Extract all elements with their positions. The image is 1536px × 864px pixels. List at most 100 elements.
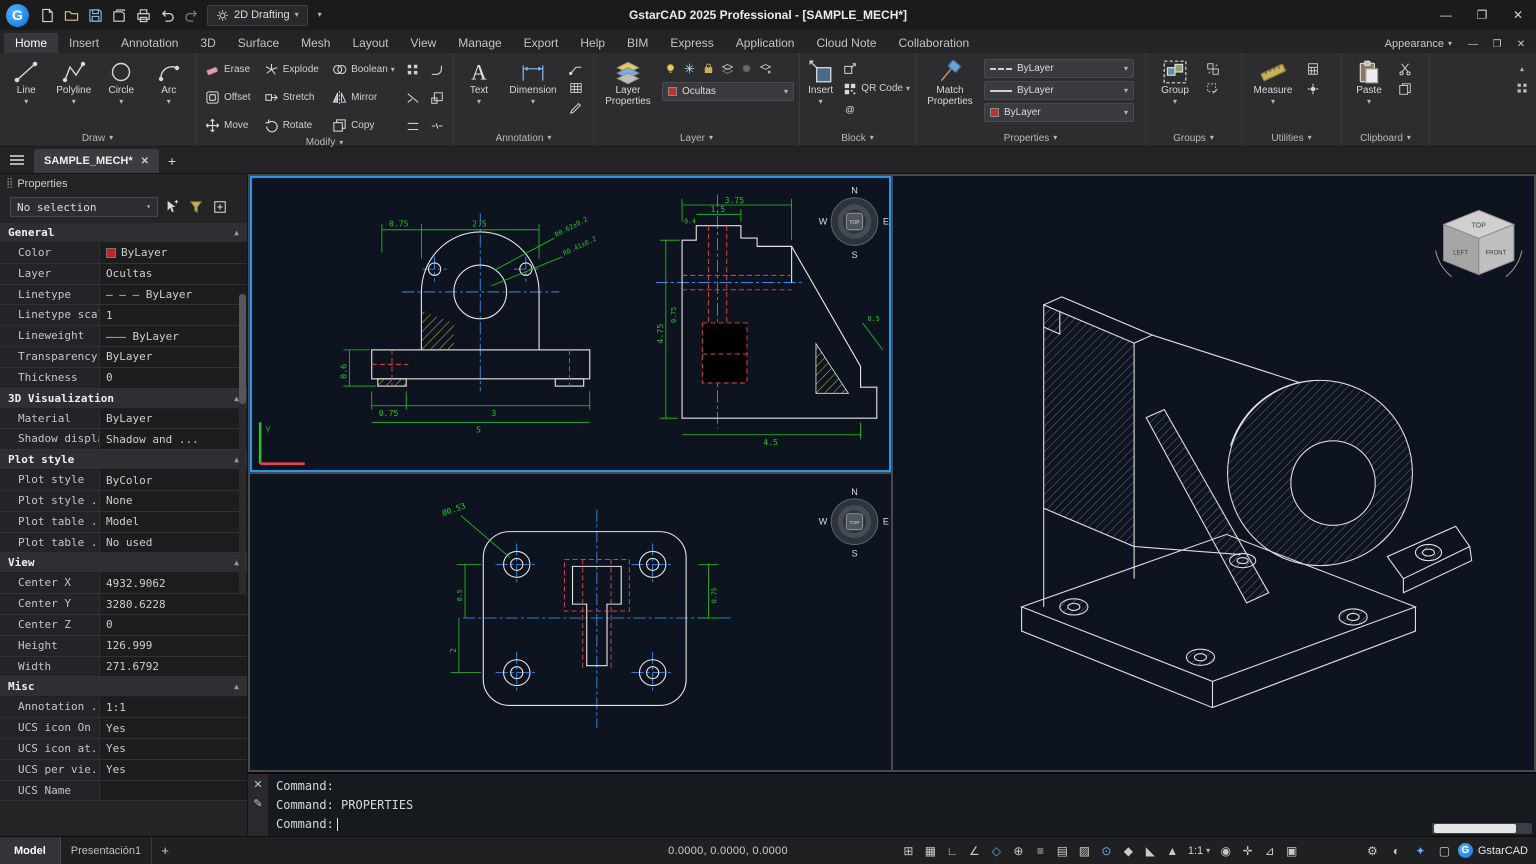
scale-icon[interactable]: [428, 89, 445, 106]
props-row[interactable]: Annotation ...1:1: [0, 697, 247, 718]
props-row[interactable]: UCS Name: [0, 781, 247, 802]
break-icon[interactable]: [428, 117, 445, 134]
tab-application[interactable]: Application: [725, 33, 806, 53]
props-row[interactable]: Center X4932.9062: [0, 573, 247, 594]
mirror-button[interactable]: Mirror: [328, 88, 400, 107]
settings-gear-icon[interactable]: ⚙: [1362, 840, 1383, 862]
tab-collaboration[interactable]: Collaboration: [888, 33, 981, 53]
viewport-top-view[interactable]: Ø0.53 0.5 2 0.75 TOP: [250, 474, 891, 770]
dimension-button[interactable]: Dimension▾: [504, 56, 562, 106]
props-section-header[interactable]: General▲: [0, 223, 247, 243]
props-row[interactable]: LayerOcultas: [0, 264, 247, 285]
ortho-mode-icon[interactable]: ∟: [942, 840, 963, 862]
match-properties-button[interactable]: Match Properties: [921, 56, 979, 108]
selection-cycling-icon[interactable]: ⊙: [1096, 840, 1117, 862]
calculator-icon[interactable]: [1304, 60, 1321, 77]
tab-annotation[interactable]: Annotation: [110, 33, 189, 53]
props-row[interactable]: Lineweight——— ByLayer: [0, 326, 247, 347]
paste-button[interactable]: Paste▾: [1347, 56, 1391, 106]
offset-button[interactable]: Offset: [201, 88, 256, 107]
command-window[interactable]: ✕ ✎ Command:Command: PROPERTIESCommand:: [248, 772, 1536, 836]
viewport-3d[interactable]: TOP LEFT FRONT: [893, 176, 1534, 770]
tab-3d[interactable]: 3D: [189, 33, 226, 53]
layer-properties-button[interactable]: Layer Properties: [599, 56, 657, 108]
properties-scrollbar[interactable]: [239, 294, 246, 594]
dynamic-input-icon[interactable]: ≡: [1030, 840, 1051, 862]
gstarcad-logo-icon[interactable]: G: [6, 4, 29, 27]
ribbon-minimize-icon[interactable]: ▾: [1514, 60, 1531, 77]
navigation-compass[interactable]: TOP N S W E: [819, 487, 889, 558]
edit-command-icon[interactable]: ✎: [253, 799, 262, 810]
isolate-objects-icon[interactable]: ◐: [1386, 840, 1407, 862]
clean-screen-icon[interactable]: ▢: [1434, 840, 1455, 862]
tab-manage[interactable]: Manage: [447, 33, 512, 53]
close-button[interactable]: ✕: [1500, 0, 1536, 30]
props-row[interactable]: Plot styleByColor: [0, 470, 247, 491]
quick-toolbar-more-icon[interactable]: ▾: [308, 4, 332, 26]
props-row[interactable]: UCS icon OnYes: [0, 718, 247, 739]
ungroup-icon[interactable]: [1204, 60, 1221, 77]
panel-label-draw[interactable]: Draw▾: [0, 130, 195, 146]
rotate-button[interactable]: Rotate: [260, 116, 324, 135]
ribbon-options-icon[interactable]: [1514, 80, 1531, 97]
qr-code-button[interactable]: QR Code▾: [841, 80, 910, 97]
dynamic-ucs-icon[interactable]: ◣: [1140, 840, 1161, 862]
panel-label-properties[interactable]: Properties▾: [916, 130, 1145, 146]
props-row[interactable]: TransparencyByLayer: [0, 347, 247, 368]
panel-label-groups[interactable]: Groups▾: [1146, 130, 1241, 146]
tab-cloud-note[interactable]: Cloud Note: [805, 33, 887, 53]
view-cube[interactable]: TOP LEFT FRONT: [1436, 210, 1522, 276]
lineweight-control-dropdown[interactable]: ByLayer▾: [984, 103, 1134, 122]
navigation-compass[interactable]: TOP N S W E: [819, 186, 889, 260]
model-tab[interactable]: Model: [0, 837, 61, 864]
arc-button[interactable]: Arc▾: [148, 56, 191, 106]
props-row[interactable]: Plot table ...Model: [0, 512, 247, 533]
layer-dropdown[interactable]: Ocultas ▾: [662, 82, 794, 101]
panel-label-clipboard[interactable]: Clipboard▾: [1342, 130, 1429, 146]
close-command-icon[interactable]: ✕: [253, 780, 262, 791]
object-snap-icon[interactable]: ◇: [986, 840, 1007, 862]
transparency-icon[interactable]: ▨: [1074, 840, 1095, 862]
viewport-front-side[interactable]: 0.75 2.5 R0.62±0.2 R0.41±0.2 0.6 0.75 3 …: [250, 176, 891, 472]
layer-freeze-icon[interactable]: [681, 60, 698, 77]
join-icon[interactable]: [404, 117, 421, 134]
array-icon[interactable]: [404, 61, 421, 78]
hardware-acceleration-icon[interactable]: ✦: [1410, 840, 1431, 862]
props-row[interactable]: Center Y3280.6228: [0, 594, 247, 615]
explode-button[interactable]: Explode: [260, 60, 324, 79]
props-section-header[interactable]: View▲: [0, 553, 247, 573]
3d-object-snap-icon[interactable]: ◆: [1118, 840, 1139, 862]
print-icon[interactable]: [131, 4, 155, 26]
toggle-pickadd-icon[interactable]: [210, 197, 230, 217]
workspace-switcher[interactable]: 2D Drafting ▾: [207, 5, 308, 26]
object-snap-tracking-icon[interactable]: ⊕: [1008, 840, 1029, 862]
props-row[interactable]: UCS per vie...Yes: [0, 760, 247, 781]
restore-button[interactable]: ❐: [1464, 0, 1500, 30]
layer-lock-icon[interactable]: [700, 60, 717, 77]
tab-surface[interactable]: Surface: [227, 33, 290, 53]
markup-icon[interactable]: [567, 98, 584, 115]
new-file-icon[interactable]: [35, 4, 59, 26]
tab-help[interactable]: Help: [569, 33, 616, 53]
tab-export[interactable]: Export: [513, 33, 570, 53]
doc-minimize-icon[interactable]: —: [1462, 35, 1484, 53]
trim-icon[interactable]: [404, 89, 421, 106]
units-icon[interactable]: ⊿: [1259, 840, 1280, 862]
text-button[interactable]: A Text▾: [459, 56, 499, 106]
save-all-icon[interactable]: [107, 4, 131, 26]
circle-button[interactable]: Circle▾: [100, 56, 143, 106]
panel-drag-handle[interactable]: ⣿: [6, 178, 12, 189]
table-icon[interactable]: [567, 79, 584, 96]
add-layout-icon[interactable]: +: [152, 837, 178, 864]
cut-icon[interactable]: [1396, 60, 1413, 77]
command-line[interactable]: Command:: [276, 815, 1528, 833]
copy-button[interactable]: Copy: [328, 116, 400, 135]
quick-view-icon[interactable]: ▣: [1281, 840, 1302, 862]
polyline-button[interactable]: Polyline▾: [53, 56, 96, 106]
new-tab-icon[interactable]: +: [159, 149, 185, 173]
linetype-control-dropdown[interactable]: ByLayer▾: [984, 81, 1134, 100]
tab-mesh[interactable]: Mesh: [290, 33, 341, 53]
props-section-header[interactable]: 3D Visualization▲: [0, 389, 247, 409]
group-edit-icon[interactable]: [1204, 80, 1221, 97]
multileader-icon[interactable]: [567, 60, 584, 77]
